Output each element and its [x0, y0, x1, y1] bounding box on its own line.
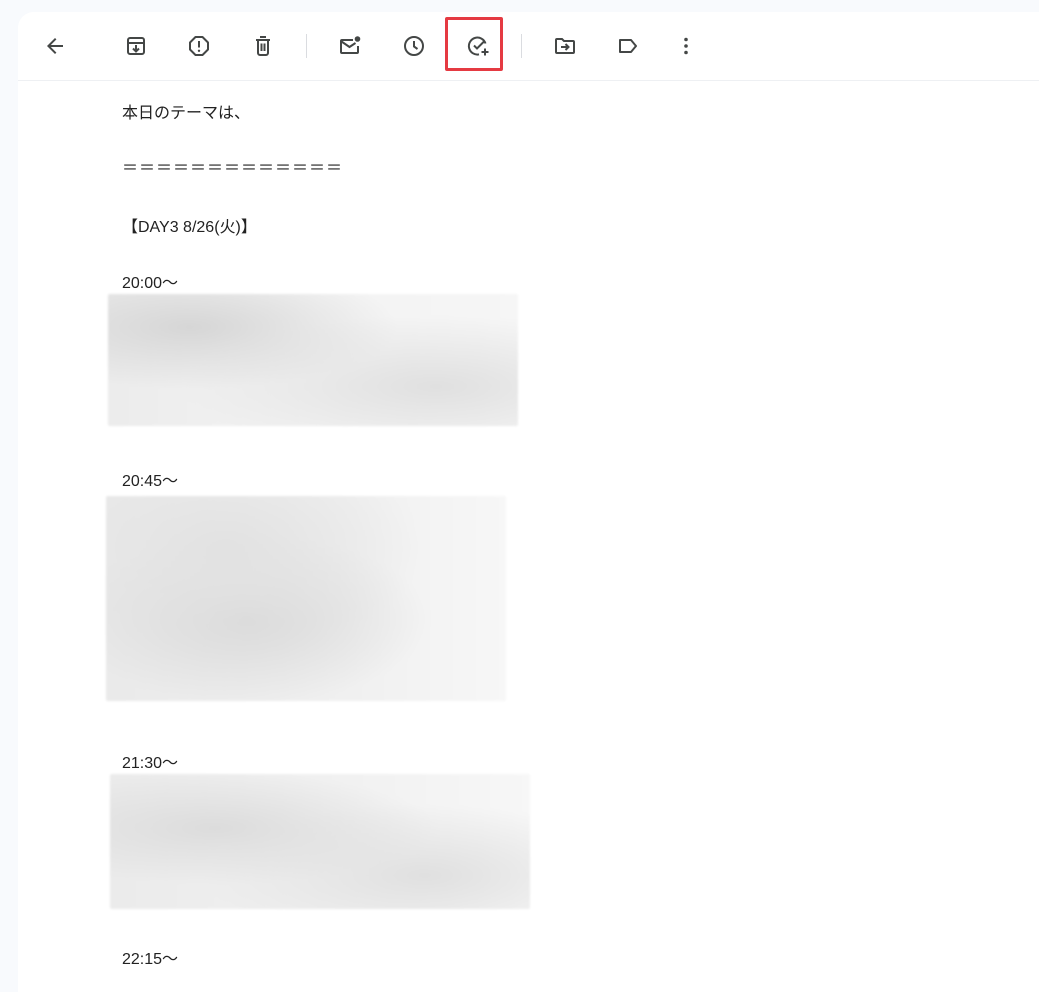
- arrow-back-icon: [47, 38, 63, 54]
- add-to-tasks-button[interactable]: [458, 26, 498, 66]
- more-button[interactable]: [666, 26, 706, 66]
- day-heading: 【DAY3 8/26(火)】: [122, 219, 257, 236]
- email-toolbar: [18, 12, 1039, 81]
- trash-icon: [256, 36, 270, 56]
- email-panel: 本日のテーマは、 ＝＝＝＝＝＝＝＝＝＝＝＝＝ 【DAY3 8/26(火)】 20…: [18, 12, 1039, 992]
- report-spam-button[interactable]: [179, 26, 219, 66]
- labels-button[interactable]: [608, 26, 648, 66]
- mark-unread-button[interactable]: [330, 26, 370, 66]
- archive-icon: [127, 37, 145, 55]
- toolbar-divider: [521, 34, 522, 58]
- session-time: 21:30～: [122, 755, 179, 772]
- session-time: 20:00～: [122, 275, 179, 292]
- delete-button[interactable]: [243, 26, 283, 66]
- clock-icon: [404, 36, 424, 56]
- email-separator: ＝＝＝＝＝＝＝＝＝＝＝＝＝: [122, 160, 344, 177]
- redacted-content: [108, 294, 518, 426]
- label-icon: [619, 39, 637, 53]
- mark-unread-icon: [340, 36, 361, 54]
- redacted-content: [106, 496, 506, 701]
- move-to-button[interactable]: [545, 26, 585, 66]
- archive-button[interactable]: [116, 26, 156, 66]
- session-time: 22:15～: [122, 951, 179, 968]
- move-to-folder-icon: [555, 38, 575, 54]
- add-task-icon: [467, 36, 489, 56]
- back-button[interactable]: [35, 26, 75, 66]
- redacted-content: [110, 774, 530, 909]
- snooze-button[interactable]: [394, 26, 434, 66]
- session-time: 20:45～: [122, 473, 179, 490]
- email-intro: 本日のテーマは、: [122, 105, 251, 122]
- report-spam-icon: [189, 36, 209, 56]
- toolbar-divider: [306, 34, 307, 58]
- more-vert-icon: [684, 37, 688, 55]
